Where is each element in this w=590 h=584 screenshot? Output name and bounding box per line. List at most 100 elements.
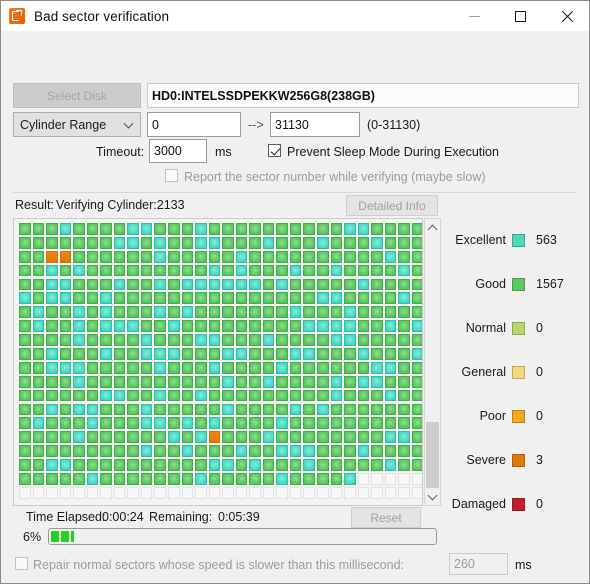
sector-cell [46,431,58,444]
sector-cell [371,445,383,458]
sector-cell [113,264,126,277]
sector-cell [59,389,72,402]
sector-cell [276,473,288,485]
sector-cell [398,306,410,319]
sector-cell [168,264,180,277]
sector-cell [127,320,139,333]
sector-cell [100,486,112,499]
sector-cell [113,361,126,374]
sector-cell [317,473,329,485]
sector-cell [46,334,58,346]
sector-cell [154,223,166,235]
sector-cell [276,236,288,249]
sector-cell [289,361,302,374]
sector-map-panel[interactable] [13,218,423,506]
sector-cell [86,375,99,388]
sector-cell [289,320,302,333]
sector-cell [317,403,329,416]
maximize-button[interactable] [497,1,543,31]
sector-cell [32,278,45,291]
prevent-sleep-label[interactable]: Prevent Sleep Mode During Execution [287,145,499,159]
range-mode-select[interactable]: Cylinder Range [13,112,141,137]
minimize-button[interactable] [451,1,497,31]
sector-cell [73,306,85,319]
sector-grid[interactable] [19,223,422,501]
scrollbar-thumb[interactable] [426,422,439,488]
sector-cell [303,417,315,430]
sector-cell [330,250,343,263]
sector-cell [303,459,315,471]
sector-cell [154,250,166,263]
sector-cell [344,431,356,444]
sector-cell [262,278,275,291]
sector-cell [86,264,99,277]
sector-cell [384,278,397,291]
sector-cell [371,278,383,291]
sector-cell [127,445,139,458]
sector-cell [235,278,248,291]
sector-cell [235,417,248,430]
sector-cell [86,306,99,319]
sector-cell [398,473,410,485]
sector-cell [168,417,180,430]
sector-cell [154,431,166,444]
sector-cell [32,348,45,360]
sector-map-scrollbar[interactable] [424,218,441,506]
sector-cell [32,250,45,263]
sector-cell [317,417,329,430]
sector-cell [384,334,397,346]
scroll-up-button[interactable] [425,219,440,235]
sector-cell [344,459,356,471]
bad-sector-verification-window: Bad sector verification Select Disk HD0:… [0,0,590,584]
detailed-info-button[interactable]: Detailed Info [346,195,438,216]
timeout-input[interactable]: 3000 [149,139,207,163]
sector-cell [73,459,85,471]
sector-cell [317,278,329,291]
sector-cell [317,306,329,319]
sector-cell [330,264,343,277]
repair-slow-sectors-checkbox[interactable] [15,557,28,570]
sector-cell [262,389,275,402]
range-to-input[interactable]: 31130 [270,112,360,137]
scroll-down-button[interactable] [425,489,440,505]
sector-cell [235,334,248,346]
sector-cell [208,250,221,263]
sector-cell [113,445,126,458]
sector-cell [195,375,207,388]
sector-cell [330,459,343,471]
sector-cell [100,250,112,263]
reset-button[interactable]: Reset [351,507,421,528]
timeout-label: Timeout: [96,145,145,159]
timeout-unit-label: ms [215,145,232,159]
sector-cell [330,445,343,458]
sector-cell [398,250,410,263]
sector-cell [19,445,31,458]
sector-cell [330,223,343,235]
sector-cell [276,250,288,263]
sector-cell [222,278,234,291]
repair-threshold-input[interactable]: 260 [449,553,508,575]
sector-cell [86,236,99,249]
sector-cell [46,348,58,360]
sector-cell [317,389,329,402]
sector-cell [73,486,85,499]
legend-count: 0 [536,409,543,423]
range-from-input[interactable]: 0 [147,112,241,137]
sector-cell [140,361,153,374]
close-button[interactable] [543,1,589,31]
sector-cell [249,236,261,249]
sector-cell [73,223,85,235]
sector-cell [398,431,410,444]
sector-cell [127,473,139,485]
select-disk-button[interactable]: Select Disk [13,83,141,108]
sector-cell [384,445,397,458]
prevent-sleep-checkbox[interactable] [268,144,281,157]
sector-cell [127,264,139,277]
sector-cell [140,445,153,458]
report-sector-label: Report the sector number while verifying… [184,170,486,184]
sector-cell [59,320,72,333]
sector-cell [357,375,370,388]
sector-cell [154,334,166,346]
sector-cell [195,292,207,305]
sector-cell [59,486,72,499]
